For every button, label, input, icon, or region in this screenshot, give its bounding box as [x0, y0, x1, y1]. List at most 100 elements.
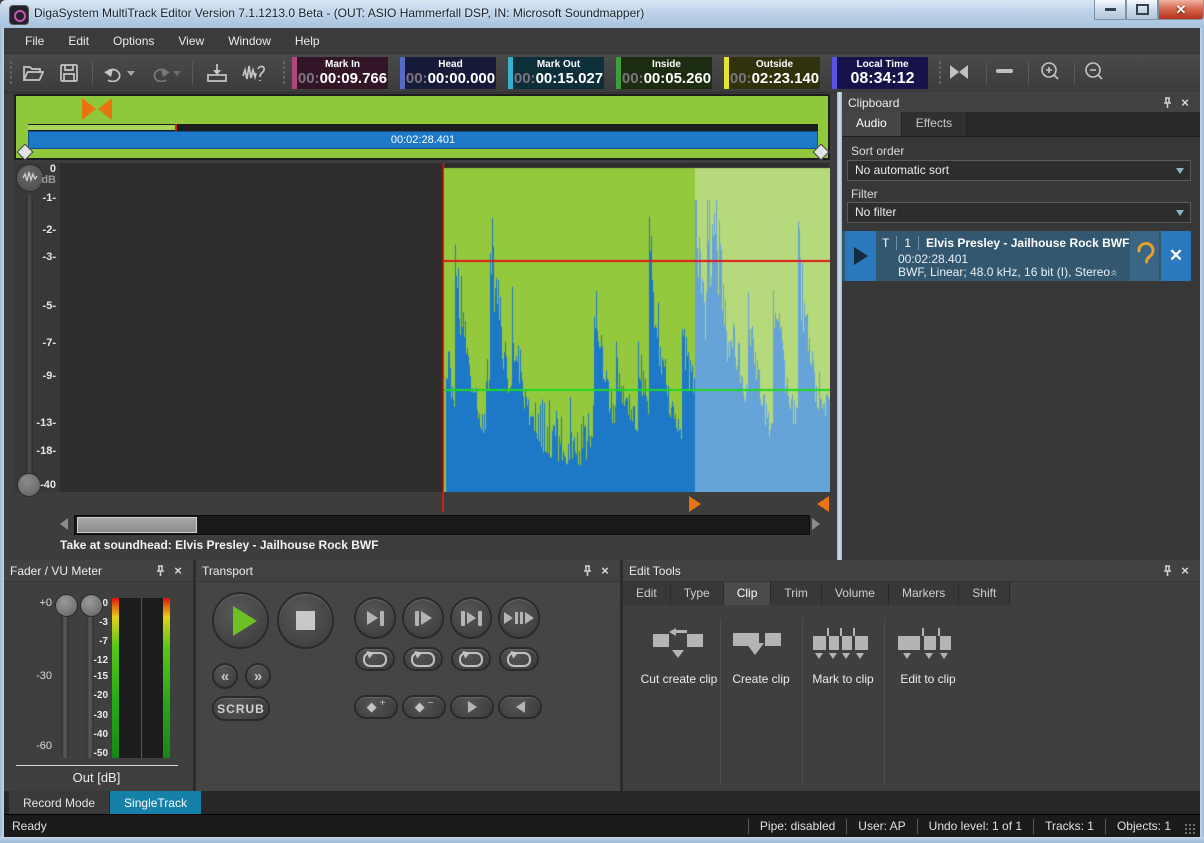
tab-effects[interactable]: Effects — [902, 112, 967, 136]
overview-duration-bar[interactable]: 00:02:28.401 — [28, 131, 818, 149]
fader-left-knob[interactable] — [55, 594, 78, 617]
tab-edit[interactable]: Edit — [623, 582, 671, 605]
fader-scale-60: -60 — [28, 740, 52, 752]
hscroll-right-arrow[interactable] — [812, 518, 820, 530]
cut-create-clip-button[interactable]: Cut create clip — [639, 628, 719, 686]
time-field-head[interactable]: Head 00:00:00.000 — [400, 57, 496, 89]
hscroll-left-arrow[interactable] — [60, 518, 68, 530]
tab-record-mode[interactable]: Record Mode — [9, 791, 109, 814]
open-button[interactable] — [18, 60, 48, 86]
pin-button[interactable] — [151, 563, 169, 579]
overview-visible-segment[interactable] — [28, 125, 175, 130]
menu-view[interactable]: View — [167, 30, 215, 52]
outside-label: Outside — [729, 59, 820, 70]
loop-button-2[interactable] — [403, 647, 443, 671]
play-between-marks-button[interactable] — [450, 597, 492, 639]
mark-to-clip-button[interactable]: Mark to clip — [803, 628, 883, 686]
overview-bar[interactable]: 00:02:28.401 — [14, 94, 830, 160]
restore-button[interactable] — [1126, 0, 1158, 20]
loop-button-4[interactable] — [499, 647, 539, 671]
waveform-display[interactable] — [60, 163, 830, 492]
clipboard-item[interactable]: T 1 Elvis Presley - Jailhouse Rock BWF 0… — [842, 231, 1191, 281]
filter-dropdown[interactable]: No filter — [847, 202, 1191, 223]
loop-button-3[interactable] — [451, 647, 491, 671]
hscroll-thumb[interactable] — [77, 517, 197, 533]
status-objects: Objects: 1 — [1105, 819, 1182, 834]
toolbar-grip-3[interactable] — [938, 60, 942, 86]
time-field-mark-out[interactable]: Mark Out 00:00:15.027 — [508, 57, 604, 89]
tab-markers[interactable]: Markers — [889, 582, 959, 605]
menu-help[interactable]: Help — [284, 30, 331, 52]
selection-end-marker-icon[interactable] — [817, 496, 829, 512]
zoom-in-button[interactable] — [1038, 60, 1062, 89]
tab-singletrack[interactable]: SingleTrack — [110, 791, 201, 814]
save-button[interactable] — [54, 60, 84, 86]
menu-edit[interactable]: Edit — [57, 30, 100, 52]
pin-button[interactable] — [1158, 95, 1176, 111]
db-label-7: -7- — [30, 337, 56, 349]
mark-out-prefix: 00: — [514, 70, 536, 87]
play-button[interactable] — [212, 592, 269, 649]
menu-window[interactable]: Window — [217, 30, 282, 52]
close-button[interactable]: ✕ — [1158, 0, 1204, 20]
create-clip-button[interactable]: Create clip — [721, 628, 801, 686]
menu-options[interactable]: Options — [102, 30, 165, 52]
loop-button-1[interactable] — [355, 647, 395, 671]
menu-file[interactable]: File — [14, 30, 55, 52]
play-from-mark-button[interactable] — [402, 597, 444, 639]
zoom-bar-button[interactable] — [996, 69, 1013, 73]
audio-editor-button[interactable] — [240, 60, 270, 86]
item-remove-button[interactable]: ✕ — [1161, 231, 1191, 281]
tab-shift[interactable]: Shift — [959, 582, 1010, 605]
forward-button[interactable]: » — [245, 663, 271, 689]
rewind-button[interactable]: « — [212, 663, 238, 689]
time-field-local-time[interactable]: Local Time 08:34:12 — [832, 57, 928, 89]
horizontal-scrollbar[interactable] — [74, 515, 810, 535]
resize-grip[interactable] — [1184, 823, 1196, 835]
pin-button[interactable] — [1158, 563, 1176, 579]
minimize-button[interactable] — [1094, 0, 1126, 20]
prelisten-button[interactable] — [1130, 231, 1159, 281]
titlebar[interactable]: DigaSystem MultiTrack Editor Version 7.1… — [0, 0, 1204, 29]
next-marker-button[interactable] — [450, 695, 494, 719]
overview-mark-out-icon[interactable] — [98, 98, 112, 120]
pin-button[interactable] — [578, 563, 596, 579]
remove-marker-button[interactable]: ◆− — [402, 695, 446, 719]
prev-marker-button[interactable] — [498, 695, 542, 719]
toolbar-grip[interactable] — [9, 60, 13, 86]
redo-button[interactable] — [146, 60, 184, 86]
import-button[interactable] — [202, 60, 232, 86]
sort-order-dropdown[interactable]: No automatic sort — [847, 160, 1191, 181]
scrub-button[interactable]: SCRUB — [212, 696, 270, 721]
chevron-collapse-icon[interactable]: « — [1107, 270, 1121, 275]
overview-mark-in-icon[interactable] — [82, 98, 96, 120]
tab-clip[interactable]: Clip — [724, 582, 772, 605]
next-marker-icon — [468, 701, 477, 713]
fader-left-track[interactable] — [61, 600, 69, 758]
zoom-selection-button[interactable] — [950, 65, 968, 79]
add-marker-button[interactable]: ◆+ — [354, 695, 398, 719]
item-play-button[interactable] — [845, 231, 876, 281]
tool-label: Cut create clip — [639, 672, 719, 686]
time-field-inside[interactable]: Inside 00:00:05.260 — [616, 57, 712, 89]
edit-tools-close-button[interactable]: × — [1176, 563, 1194, 579]
time-field-outside[interactable]: Outside 00:02:23.140 — [724, 57, 820, 89]
tab-audio[interactable]: Audio — [842, 112, 902, 136]
zoom-out-button[interactable] — [1082, 60, 1106, 89]
play-to-mark-button[interactable] — [354, 597, 396, 639]
selection-start-marker-icon[interactable] — [689, 496, 701, 512]
transport-close-button[interactable]: × — [596, 563, 614, 579]
play-around-mark-button[interactable] — [498, 597, 540, 639]
fader-vu-close-button[interactable]: × — [169, 563, 187, 579]
edit-to-clip-button[interactable]: Edit to clip — [888, 628, 968, 686]
tab-volume[interactable]: Volume — [822, 582, 889, 605]
tab-trim[interactable]: Trim — [771, 582, 822, 605]
folder-open-icon — [22, 63, 44, 83]
stop-button[interactable] — [277, 592, 334, 649]
clipboard-close-button[interactable]: × — [1176, 95, 1194, 111]
chevron-down-icon — [1176, 210, 1184, 220]
toolbar-grip-2[interactable] — [282, 60, 286, 86]
time-field-mark-in[interactable]: Mark In 00:00:09.766 — [292, 57, 388, 89]
tab-type[interactable]: Type — [671, 582, 724, 605]
undo-button[interactable] — [100, 60, 138, 86]
